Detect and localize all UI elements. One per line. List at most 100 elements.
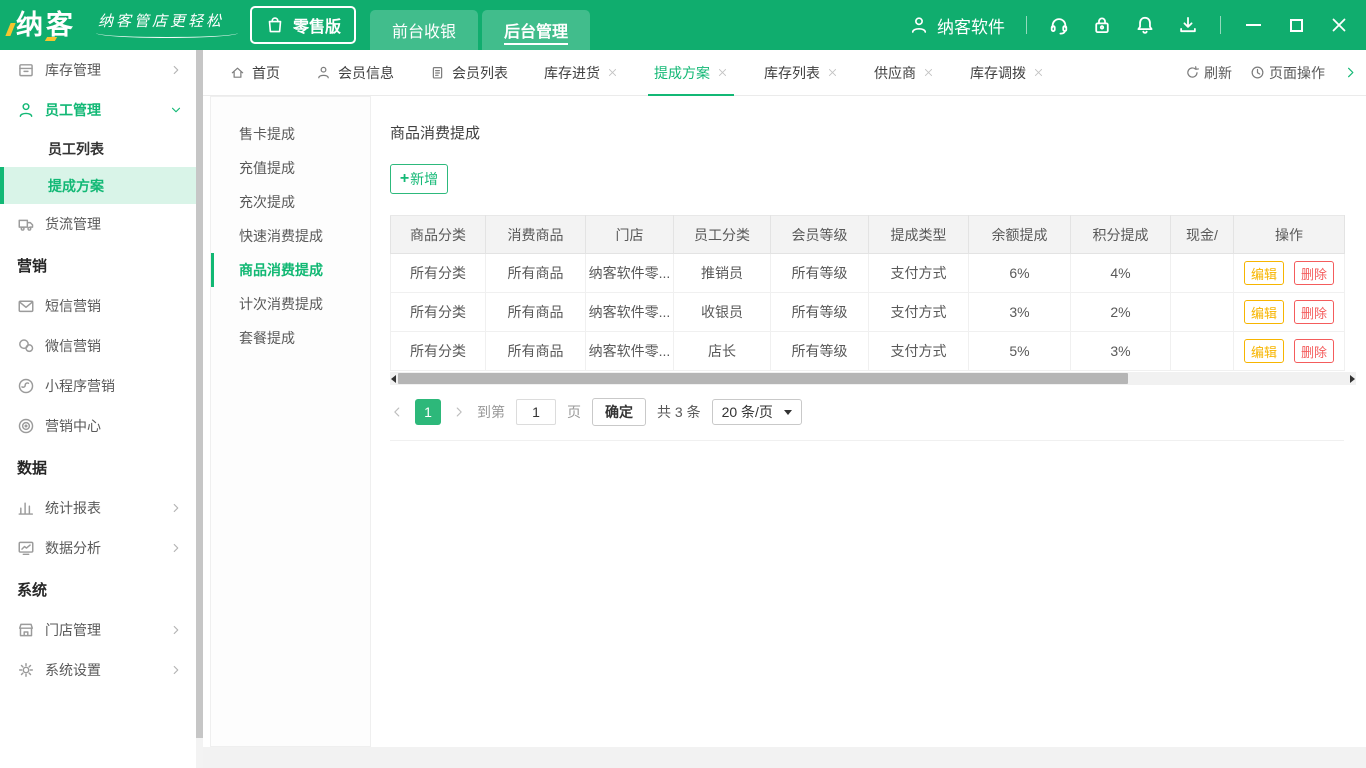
headset-icon[interactable] (1048, 14, 1070, 36)
gear-icon (17, 661, 35, 679)
sidebar-item-statistics-report[interactable]: 统计报表 (0, 488, 196, 528)
sidebar-item-wechat-marketing[interactable]: 微信营销 (0, 326, 196, 366)
page-tab-commission-plan[interactable]: 提成方案 (654, 50, 728, 96)
delete-button[interactable]: 删除 (1294, 261, 1334, 285)
topbar-nav: 前台收银 后台管理 (370, 0, 590, 50)
submenu-item-counted-consume-commission[interactable]: 计次消费提成 (211, 287, 370, 321)
sidebar-section-label: 营销 (17, 255, 47, 276)
delete-button[interactable]: 删除 (1294, 339, 1334, 363)
topbar: 纳客 纳客管店更轻松 零售版 前台收银 后台管理 纳客软件 (0, 0, 1366, 50)
submenu-item-label: 充次提成 (239, 192, 295, 212)
sidebar-item-staff[interactable]: 员工管理 (0, 90, 196, 130)
cell: 纳客软件零... (586, 254, 674, 293)
sidebar-item-sms-marketing[interactable]: 短信营销 (0, 286, 196, 326)
nav-tab-backoffice[interactable]: 后台管理 (482, 10, 590, 50)
close-icon[interactable] (827, 67, 838, 78)
total-count-label: 共 3 条 (657, 402, 701, 422)
sidebar-scrollbar[interactable] (196, 50, 203, 768)
next-page-icon[interactable] (452, 405, 466, 419)
submenu-item-card-sale-commission[interactable]: 售卡提成 (211, 117, 370, 151)
submenu-item-label: 充值提成 (239, 158, 295, 178)
page-operations-button[interactable]: 页面操作 (1250, 63, 1325, 83)
chevron-right-icon (169, 541, 183, 555)
chevron-right-icon (169, 663, 183, 677)
page-title: 商品消费提成 (390, 122, 1346, 143)
prev-page-icon[interactable] (390, 405, 404, 419)
cell: 所有商品 (486, 293, 586, 332)
cell (1171, 254, 1234, 293)
sidebar-subitem-commission-plan[interactable]: 提成方案 (0, 167, 196, 204)
page-tab-stock-purchase[interactable]: 库存进货 (544, 50, 618, 96)
col-header: 消费商品 (486, 216, 586, 254)
submenu-item-label: 套餐提成 (239, 328, 295, 348)
submenu-item-recharge-commission[interactable]: 充值提成 (211, 151, 370, 185)
nav-tab-frontdesk[interactable]: 前台收银 (370, 10, 478, 50)
bell-icon[interactable] (1134, 14, 1156, 36)
sidebar-item-marketing-center[interactable]: 营销中心 (0, 406, 196, 446)
close-icon[interactable] (1328, 14, 1350, 36)
horizontal-scrollbar-thumb[interactable] (398, 373, 1128, 384)
sidebar-item-label: 小程序营销 (45, 376, 115, 396)
truck-icon (17, 215, 35, 233)
page-operations-label: 页面操作 (1269, 63, 1325, 83)
page-tab-home[interactable]: 首页 (230, 50, 280, 96)
sidebar-item-data-analysis[interactable]: 数据分析 (0, 528, 196, 568)
store-icon (17, 621, 35, 639)
lock-icon[interactable] (1091, 14, 1113, 36)
chevron-right-icon[interactable] (1343, 65, 1358, 80)
sidebar-item-logistics[interactable]: 货流管理 (0, 204, 196, 244)
current-page-button[interactable]: 1 (415, 399, 441, 425)
sidebar-item-system-settings[interactable]: 系统设置 (0, 650, 196, 690)
scroll-right-icon[interactable] (1350, 375, 1355, 383)
close-icon[interactable] (923, 67, 934, 78)
submenu-item-product-consume-commission[interactable]: 商品消费提成 (211, 253, 370, 287)
sidebar-subitem-staff-list[interactable]: 员工列表 (0, 130, 196, 167)
cell: 所有分类 (391, 254, 486, 293)
submenu-item-package-commission[interactable]: 套餐提成 (211, 321, 370, 355)
table-row: 所有分类 所有商品 纳客软件零... 店长 所有等级 支付方式 5% 3% 编辑… (391, 332, 1345, 371)
add-button[interactable]: + 新增 (390, 164, 448, 194)
page-tab-label: 供应商 (874, 63, 916, 83)
confirm-button[interactable]: 确定 (592, 398, 646, 426)
sidebar-scrollbar-thumb[interactable] (196, 50, 203, 738)
topbar-divider (1026, 16, 1027, 34)
edit-button[interactable]: 编辑 (1244, 339, 1284, 363)
page-tab-stock-list[interactable]: 库存列表 (764, 50, 838, 96)
submenu-item-quick-consume-commission[interactable]: 快速消费提成 (211, 219, 370, 253)
sidebar-item-inventory[interactable]: 库存管理 (0, 50, 196, 90)
edit-button[interactable]: 编辑 (1244, 261, 1284, 285)
wechat-icon (17, 337, 35, 355)
minimize-icon[interactable] (1242, 14, 1264, 36)
page-tab-stock-transfer[interactable]: 库存调拨 (970, 50, 1044, 96)
goto-page-input[interactable] (516, 399, 556, 425)
topbar-right: 纳客软件 (909, 13, 1350, 38)
page-tab-member-info[interactable]: 会员信息 (316, 50, 394, 96)
goto-label: 到第 (477, 402, 505, 422)
box-icon (17, 61, 35, 79)
refresh-button[interactable]: 刷新 (1185, 63, 1232, 83)
horizontal-scrollbar[interactable] (390, 372, 1356, 385)
page-size-value: 20 条/页 (722, 402, 773, 422)
tabbar-actions: 刷新 页面操作 (1185, 63, 1358, 83)
download-icon[interactable] (1177, 14, 1199, 36)
delete-button[interactable]: 删除 (1294, 300, 1334, 324)
submenu-item-times-recharge-commission[interactable]: 充次提成 (211, 185, 370, 219)
maximize-icon[interactable] (1285, 14, 1307, 36)
page-tab-supplier[interactable]: 供应商 (874, 50, 934, 96)
cell: 店长 (674, 332, 771, 371)
page-tab-member-list[interactable]: 会员列表 (430, 50, 508, 96)
sidebar-item-miniprogram-marketing[interactable]: 小程序营销 (0, 366, 196, 406)
sidebar-item-store-management[interactable]: 门店管理 (0, 610, 196, 650)
close-icon[interactable] (1033, 67, 1044, 78)
close-icon[interactable] (607, 67, 618, 78)
scroll-left-icon[interactable] (391, 375, 396, 383)
edit-button[interactable]: 编辑 (1244, 300, 1284, 324)
page-size-select[interactable]: 20 条/页 (712, 399, 802, 425)
cell: 所有分类 (391, 332, 486, 371)
target-icon (17, 417, 35, 435)
user-account[interactable]: 纳客软件 (909, 13, 1005, 38)
edition-button[interactable]: 零售版 (250, 6, 356, 44)
col-header: 余额提成 (969, 216, 1071, 254)
close-icon[interactable] (717, 67, 728, 78)
cell: 支付方式 (869, 254, 969, 293)
